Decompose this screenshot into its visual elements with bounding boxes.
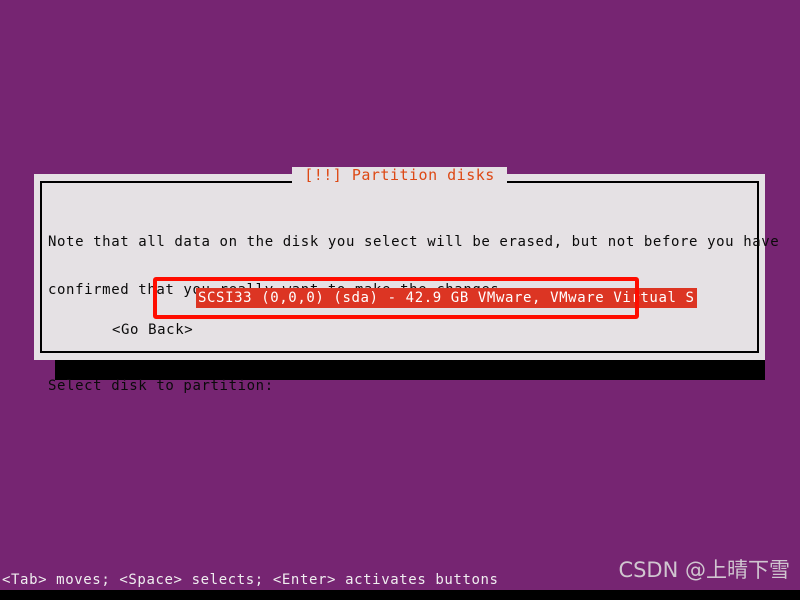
note-line-1: Note that all data on the disk you selec…: [48, 234, 780, 250]
keyboard-hint-text: <Tab> moves; <Space> selects; <Enter> ac…: [2, 572, 499, 588]
partition-disks-dialog: [!!] Partition disks Note that all data …: [34, 167, 780, 394]
csdn-watermark: CSDN @上晴下雪: [618, 558, 790, 582]
red-annotation-rectangle: [153, 277, 639, 319]
bottom-black-strip: [0, 590, 800, 600]
installer-screen: [!!] Partition disks Note that all data …: [0, 0, 800, 600]
select-disk-prompt: Select disk to partition:: [48, 378, 274, 394]
go-back-button[interactable]: <Go Back>: [112, 322, 193, 338]
